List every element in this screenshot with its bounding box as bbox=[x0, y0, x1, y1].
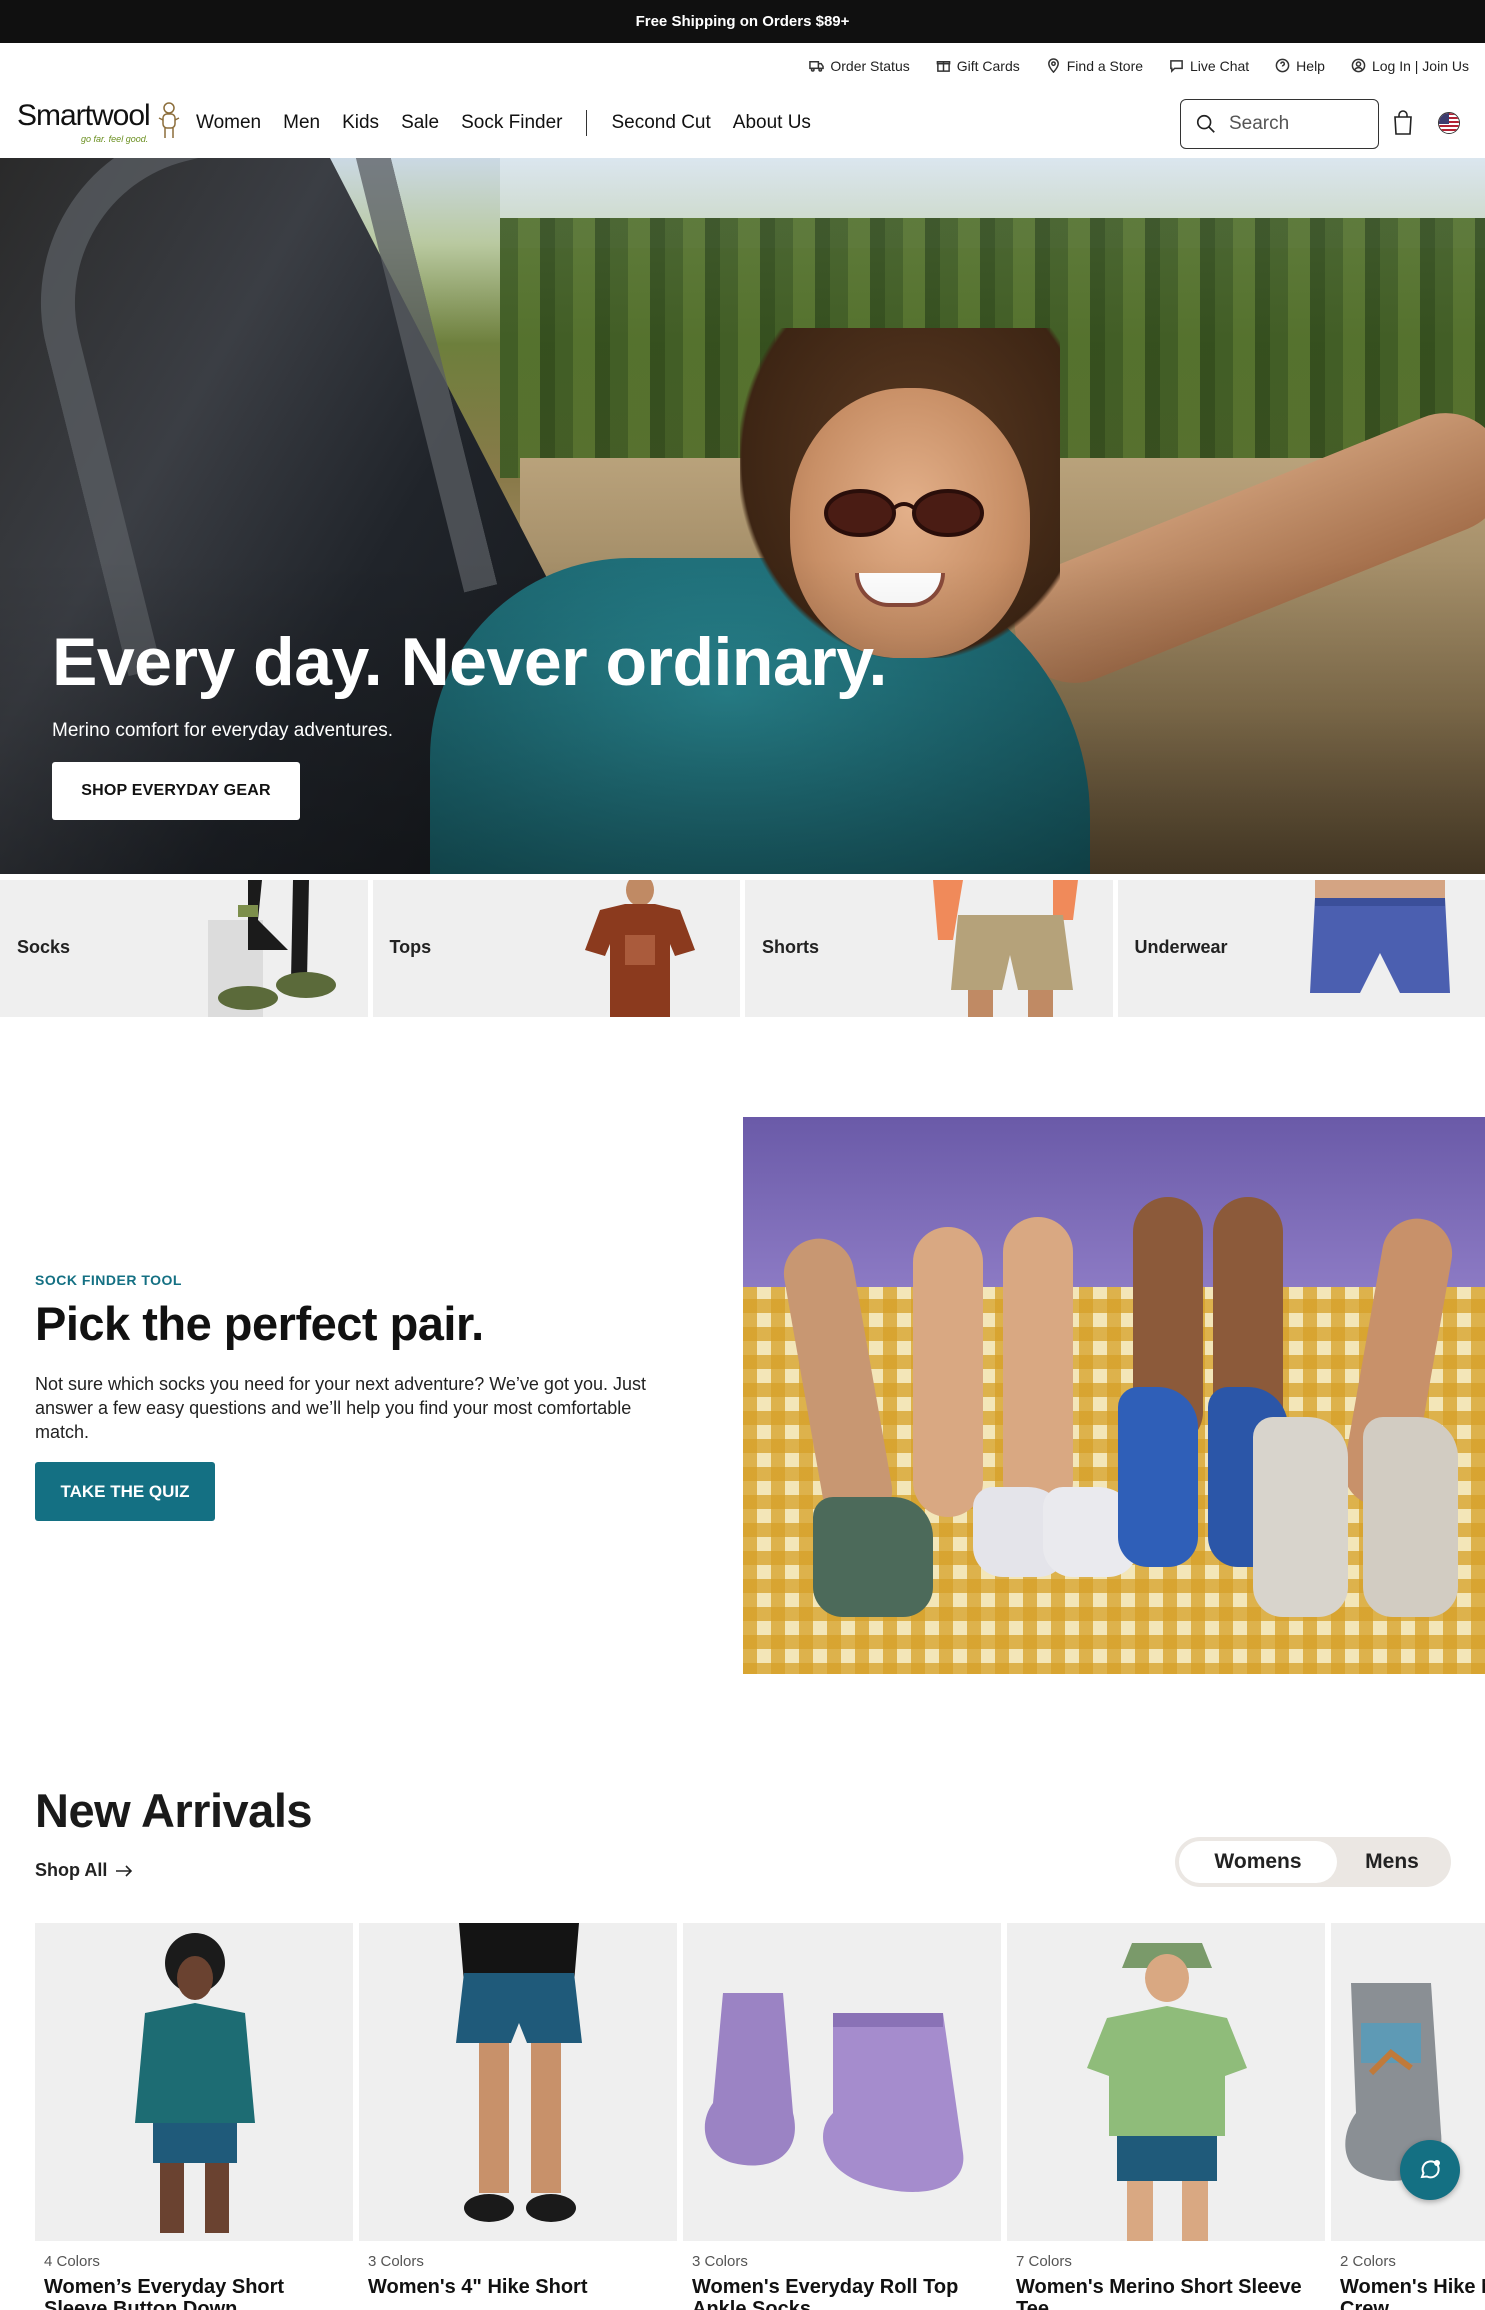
gift-icon bbox=[936, 61, 951, 72]
nav-divider bbox=[586, 110, 588, 136]
product-colors: 4 Colors bbox=[44, 2253, 100, 2270]
sunglasses-graphic bbox=[824, 489, 984, 537]
nav-sock-finder[interactable]: Sock Finder bbox=[461, 112, 562, 134]
help-circle-icon bbox=[1275, 58, 1290, 73]
grey-sock bbox=[1363, 1417, 1458, 1617]
promo-text: Free Shipping on Orders $89+ bbox=[635, 13, 850, 30]
live-chat-link[interactable]: Live Chat bbox=[1169, 58, 1249, 74]
order-status-link[interactable]: Order Status bbox=[809, 57, 910, 74]
nav-kids[interactable]: Kids bbox=[342, 112, 379, 134]
search-icon bbox=[1196, 114, 1215, 133]
nav-women[interactable]: Women bbox=[196, 112, 261, 134]
product-name: Women's Everyday Roll Top Ankle Socks bbox=[692, 2276, 959, 2310]
product-carousel: 4 Colors Women’s Everyday Short Sleeve B… bbox=[35, 1923, 1485, 2310]
shopping-bag-icon[interactable] bbox=[1393, 110, 1413, 136]
truck-icon bbox=[809, 61, 825, 72]
chat-icon bbox=[1420, 2160, 1440, 2179]
product-image bbox=[1007, 1923, 1325, 2241]
utility-nav: Order Status Gift Cards Find a Store Liv… bbox=[809, 43, 1469, 88]
sheep-mascot-icon bbox=[158, 102, 180, 138]
category-tile-tops[interactable]: Tops bbox=[372, 880, 740, 1017]
arrow-right-icon bbox=[116, 1864, 133, 1877]
gender-toggle: Womens Mens bbox=[1175, 1837, 1451, 1887]
toggle-womens[interactable]: Womens bbox=[1179, 1841, 1337, 1883]
sock-finder-title: Pick the perfect pair. bbox=[35, 1297, 484, 1350]
shop-all-link[interactable]: Shop All bbox=[35, 1860, 133, 1881]
grey-sock bbox=[1253, 1417, 1348, 1617]
product-image bbox=[359, 1923, 677, 2241]
nav-men[interactable]: Men bbox=[283, 112, 320, 134]
product-card[interactable]: 3 Colors Women's Everyday Roll Top Ankle… bbox=[683, 1923, 1001, 2310]
map-pin-icon bbox=[1047, 58, 1059, 73]
product-image bbox=[35, 1923, 353, 2241]
category-tile-socks[interactable]: Socks bbox=[0, 880, 368, 1017]
category-tiles: Socks Tops Shorts Underwear bbox=[0, 880, 1485, 1017]
main-nav: Smartwool go far. feel good. Women Men K… bbox=[0, 88, 1485, 158]
take-the-quiz-button[interactable]: TAKE THE QUIZ bbox=[35, 1462, 215, 1521]
brand-tagline: go far. feel good. bbox=[81, 134, 149, 144]
nav-about-us[interactable]: About Us bbox=[733, 112, 811, 134]
category-label: Socks bbox=[17, 937, 71, 957]
login-link[interactable]: Log In | Join Us bbox=[1351, 58, 1469, 74]
product-name: Women’s Everyday Short Sleeve Button Dow… bbox=[44, 2276, 285, 2310]
product-image bbox=[1331, 1923, 1485, 2241]
promo-banner: Free Shipping on Orders $89+ bbox=[0, 0, 1485, 43]
product-colors: 3 Colors bbox=[368, 2253, 424, 2270]
product-name: Women's Merino Short Sleeve Tee bbox=[1016, 2276, 1302, 2310]
shop-all-label: Shop All bbox=[35, 1860, 108, 1880]
hero-subtitle: Merino comfort for everyday adventures. bbox=[52, 720, 394, 741]
shop-everyday-gear-button[interactable]: SHOP EVERYDAY GEAR bbox=[52, 762, 300, 820]
chat-launcher-button[interactable] bbox=[1400, 2140, 1460, 2200]
gift-cards-label: Gift Cards bbox=[956, 57, 1020, 74]
category-label: Tops bbox=[389, 937, 432, 957]
category-label: Underwear bbox=[1134, 937, 1228, 957]
green-sock bbox=[813, 1497, 933, 1617]
user-icon bbox=[1351, 58, 1366, 73]
shorts-category-image bbox=[932, 880, 1078, 1017]
underwear-category-image bbox=[1310, 880, 1450, 993]
socks-category-image bbox=[207, 880, 336, 1017]
find-store-label: Find a Store bbox=[1066, 57, 1144, 74]
gift-cards-link[interactable]: Gift Cards bbox=[936, 58, 1020, 74]
live-chat-label: Live Chat bbox=[1190, 57, 1250, 74]
help-label: Help bbox=[1296, 57, 1325, 74]
help-link[interactable]: Help bbox=[1275, 58, 1325, 74]
product-card[interactable]: 7 Colors Women's Merino Short Sleeve Tee bbox=[1007, 1923, 1325, 2310]
product-colors: 7 Colors bbox=[1016, 2253, 1072, 2270]
blue-sock bbox=[1118, 1387, 1198, 1567]
category-tile-underwear[interactable]: Underwear bbox=[1117, 880, 1485, 1017]
hero-title: Every day. Never ordinary. bbox=[52, 624, 887, 700]
category-tile-shorts[interactable]: Shorts bbox=[745, 880, 1113, 1017]
product-image bbox=[683, 1923, 1001, 2241]
chat-bubble-icon bbox=[1170, 60, 1183, 73]
search-box[interactable] bbox=[1180, 99, 1379, 149]
product-colors: 2 Colors bbox=[1340, 2253, 1396, 2270]
product-name: Women's Hike Meadow Mid Crew bbox=[1340, 2276, 1485, 2310]
product-card[interactable]: 4 Colors Women’s Everyday Short Sleeve B… bbox=[35, 1923, 353, 2310]
sock-finder-body: Not sure which socks you need for your n… bbox=[35, 1374, 646, 1442]
order-status-label: Order Status bbox=[830, 57, 910, 74]
toggle-mens[interactable]: Mens bbox=[1337, 1841, 1447, 1883]
product-card[interactable]: 3 Colors Women's 4" Hike Short bbox=[359, 1923, 677, 2310]
new-arrivals-title: New Arrivals bbox=[35, 1784, 313, 1837]
login-label: Log In | Join Us bbox=[1371, 57, 1469, 74]
us-flag-icon[interactable] bbox=[1438, 112, 1460, 134]
tops-category-image bbox=[585, 880, 695, 1017]
hero-banner: Every day. Never ordinary. Merino comfor… bbox=[0, 158, 1485, 874]
brand-logo[interactable]: Smartwool go far. feel good. bbox=[17, 98, 182, 146]
find-store-link[interactable]: Find a Store bbox=[1046, 58, 1143, 74]
product-name: Women's 4" Hike Short bbox=[368, 2276, 588, 2298]
primary-nav: Women Men Kids Sale Sock Finder Second C… bbox=[196, 88, 833, 158]
sock-finder-eyebrow: SOCK FINDER TOOL bbox=[35, 1272, 182, 1288]
nav-sale[interactable]: Sale bbox=[401, 112, 439, 134]
nav-second-cut[interactable]: Second Cut bbox=[611, 112, 710, 134]
category-label: Shorts bbox=[762, 937, 820, 957]
product-card[interactable]: 2 Colors Women's Hike Meadow Mid Crew bbox=[1331, 1923, 1485, 2310]
sock-finder-image bbox=[743, 1117, 1485, 1674]
product-colors: 3 Colors bbox=[692, 2253, 748, 2270]
search-input[interactable] bbox=[1229, 113, 1359, 135]
